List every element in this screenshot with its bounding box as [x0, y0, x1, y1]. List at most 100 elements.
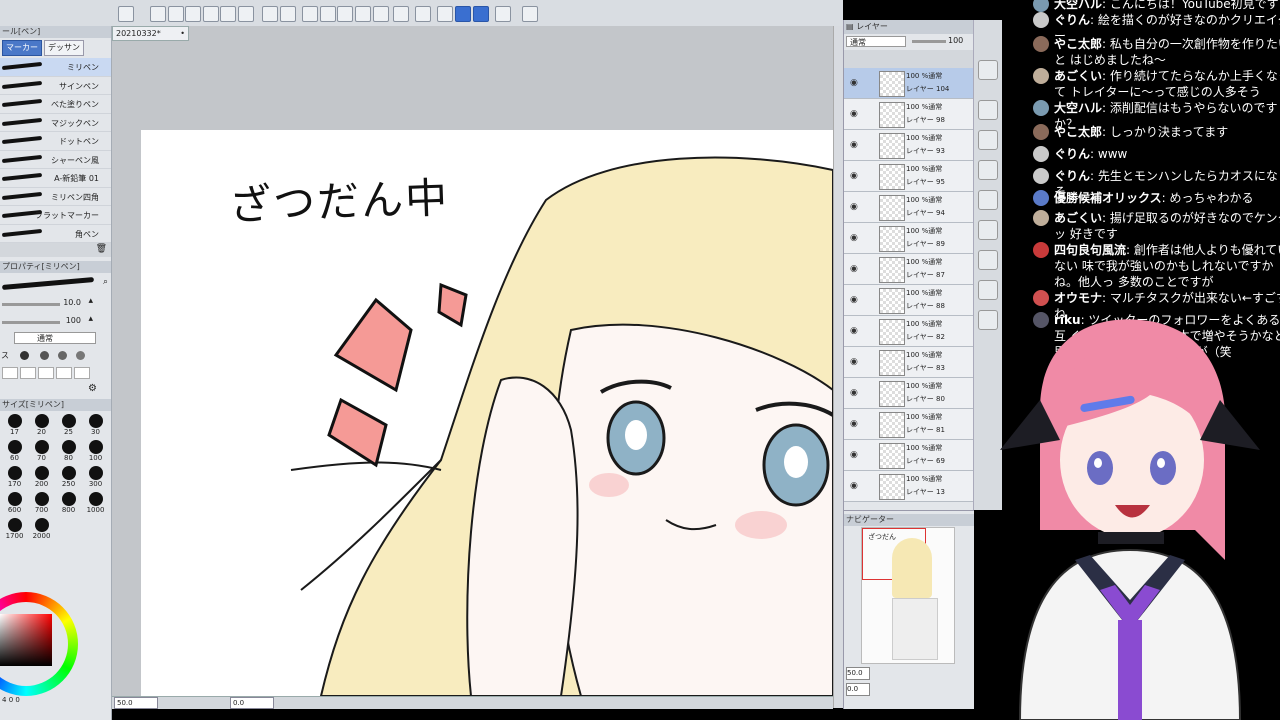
brush-size-preset[interactable]: 30	[83, 414, 108, 438]
brush-item[interactable]: フラットマーカー	[0, 206, 111, 225]
layer-row[interactable]: ◉ 100 %通常 レイヤー 83	[844, 347, 974, 378]
eye-icon[interactable]: ◉	[850, 202, 858, 212]
layer-row[interactable]: ◉ 100 %通常 レイヤー 13	[844, 471, 974, 502]
antialias-option[interactable]	[76, 351, 85, 360]
layer-row[interactable]: ◉ 100 %通常 レイヤー 69	[844, 440, 974, 471]
antialias-option[interactable]	[20, 351, 29, 360]
cap-icon[interactable]	[495, 6, 511, 22]
layer-row[interactable]: ◉ 100 %通常 レイヤー 87	[844, 254, 974, 285]
brush-item[interactable]: シャーペン風	[0, 151, 111, 169]
tool-icon[interactable]	[262, 6, 278, 22]
brush-item[interactable]: 角ペン	[0, 225, 111, 243]
layer-tool-button[interactable]	[978, 220, 998, 240]
layer-tool-button[interactable]	[978, 60, 998, 80]
brush-size-preset[interactable]: 20	[29, 414, 54, 438]
eye-icon[interactable]: ◉	[850, 295, 858, 305]
tool-icon[interactable]	[220, 6, 236, 22]
rotation-input[interactable]: 0.0	[230, 697, 274, 709]
layer-row[interactable]: ◉ 100 %通常 レイヤー 88	[844, 285, 974, 316]
blend-mode-select[interactable]: 通常	[14, 332, 96, 344]
brush-size-preset[interactable]: 1700	[2, 518, 27, 542]
layer-row[interactable]: ◉ 100 %通常 レイヤー 93	[844, 130, 974, 161]
eye-icon[interactable]: ◉	[850, 140, 858, 150]
navigator-zoom-input[interactable]: 50.0	[846, 667, 870, 680]
brush-size-preset[interactable]: 2000	[29, 518, 54, 542]
close-icon[interactable]: •	[180, 27, 185, 40]
layer-blend-select[interactable]: 通常	[846, 36, 906, 47]
brush-item[interactable]: サインペン	[0, 77, 111, 95]
layer-row[interactable]: ◉ 100 %通常 レイヤー 98	[844, 99, 974, 130]
layer-row[interactable]: ◉ 100 %通常 レイヤー 89	[844, 223, 974, 254]
layer-row[interactable]: ◉ 100 %通常 レイヤー 82	[844, 316, 974, 347]
navigator-rotate-input[interactable]: 0.0	[846, 683, 870, 696]
save-icon[interactable]	[185, 6, 201, 22]
eye-icon[interactable]: ◉	[850, 326, 858, 336]
gear-icon[interactable]: ⚙	[88, 383, 97, 394]
layer-row[interactable]: ◉ 100 %通常 レイヤー 95	[844, 161, 974, 192]
brush-size-preset[interactable]: 700	[29, 492, 54, 516]
open-file-icon[interactable]	[168, 6, 184, 22]
eye-icon[interactable]: ◉	[850, 357, 858, 367]
crop-icon[interactable]	[337, 6, 353, 22]
redo-icon[interactable]	[302, 6, 318, 22]
eye-icon[interactable]: ◉	[850, 419, 858, 429]
antialias-option[interactable]	[40, 351, 49, 360]
brush-size-preset[interactable]: 1000	[83, 492, 108, 516]
eye-icon[interactable]: ◉	[850, 264, 858, 274]
tab-dessin[interactable]: デッサン	[44, 40, 84, 56]
brush-size-preset[interactable]: 250	[56, 466, 81, 490]
color-swatch[interactable]	[2, 367, 18, 379]
eye-icon[interactable]: ◉	[850, 171, 858, 181]
layer-tool-button[interactable]	[978, 160, 998, 180]
expand-icon[interactable]	[373, 6, 389, 22]
eye-icon[interactable]: ◉	[850, 481, 858, 491]
transform-icon[interactable]	[320, 6, 336, 22]
trash-icon[interactable]: 🗑	[96, 244, 107, 254]
opacity-stepper-icon[interactable]: ▴	[88, 314, 93, 324]
blank-icon[interactable]	[415, 6, 431, 22]
brush-size-preset[interactable]: 70	[29, 440, 54, 464]
search-icon[interactable]: ⌕	[103, 277, 108, 287]
zoom-input[interactable]: 50.0	[114, 697, 158, 709]
brush-item[interactable]: ミリペン四角	[0, 188, 111, 206]
layer-row[interactable]: ◉ 100 %通常 レイヤー 80	[844, 378, 974, 409]
layer-tool-button[interactable]	[978, 250, 998, 270]
brush-size-preset[interactable]: 600	[2, 492, 27, 516]
brush-item[interactable]: マジックペン	[0, 114, 111, 132]
eye-icon[interactable]: ◉	[850, 388, 858, 398]
brush-size-preset[interactable]: 60	[2, 440, 27, 464]
color-swatch[interactable]	[38, 367, 54, 379]
tool-icon[interactable]	[238, 6, 254, 22]
brush-item[interactable]: ミリペン	[0, 58, 111, 77]
brush-size-preset[interactable]: 800	[56, 492, 81, 516]
layer-opacity-slider[interactable]	[912, 40, 946, 43]
app-logo-icon[interactable]	[118, 6, 134, 22]
layer-row[interactable]: ◉ 100 %通常 レイヤー 104	[844, 68, 974, 99]
brush-size-preset[interactable]: 17	[2, 414, 27, 438]
blank-icon[interactable]	[393, 6, 409, 22]
drawing-canvas[interactable]: ざつだん中	[141, 130, 833, 696]
tab-marker[interactable]: マーカー	[2, 40, 42, 56]
ruler-icon[interactable]	[437, 6, 453, 22]
brush-size-preset[interactable]: 170	[2, 466, 27, 490]
help-icon[interactable]	[522, 6, 538, 22]
layer-tool-button[interactable]	[978, 130, 998, 150]
brush-size-preset[interactable]: 100	[83, 440, 108, 464]
pen-tool-icon[interactable]	[455, 6, 471, 22]
layer-row[interactable]: ◉ 100 %通常 レイヤー 81	[844, 409, 974, 440]
layer-tool-button[interactable]	[978, 190, 998, 210]
color-square[interactable]	[0, 614, 52, 666]
brush-size-preset[interactable]: 25	[56, 414, 81, 438]
brush-size-preset[interactable]: 200	[29, 466, 54, 490]
opacity-slider-track[interactable]	[2, 321, 60, 324]
layer-tool-button[interactable]	[978, 280, 998, 300]
eye-icon[interactable]: ◉	[850, 233, 858, 243]
tool-icon[interactable]	[203, 6, 219, 22]
navigator-thumbnail[interactable]: ざつだん	[861, 527, 955, 664]
transform-icon[interactable]	[355, 6, 371, 22]
size-stepper-icon[interactable]: ▴	[88, 296, 93, 306]
color-swatch[interactable]	[74, 367, 90, 379]
undo-icon[interactable]	[280, 6, 296, 22]
opacity-slider-row[interactable]: 100 ▴	[0, 313, 111, 331]
size-slider-row[interactable]: 10.0 ▴	[0, 295, 111, 313]
